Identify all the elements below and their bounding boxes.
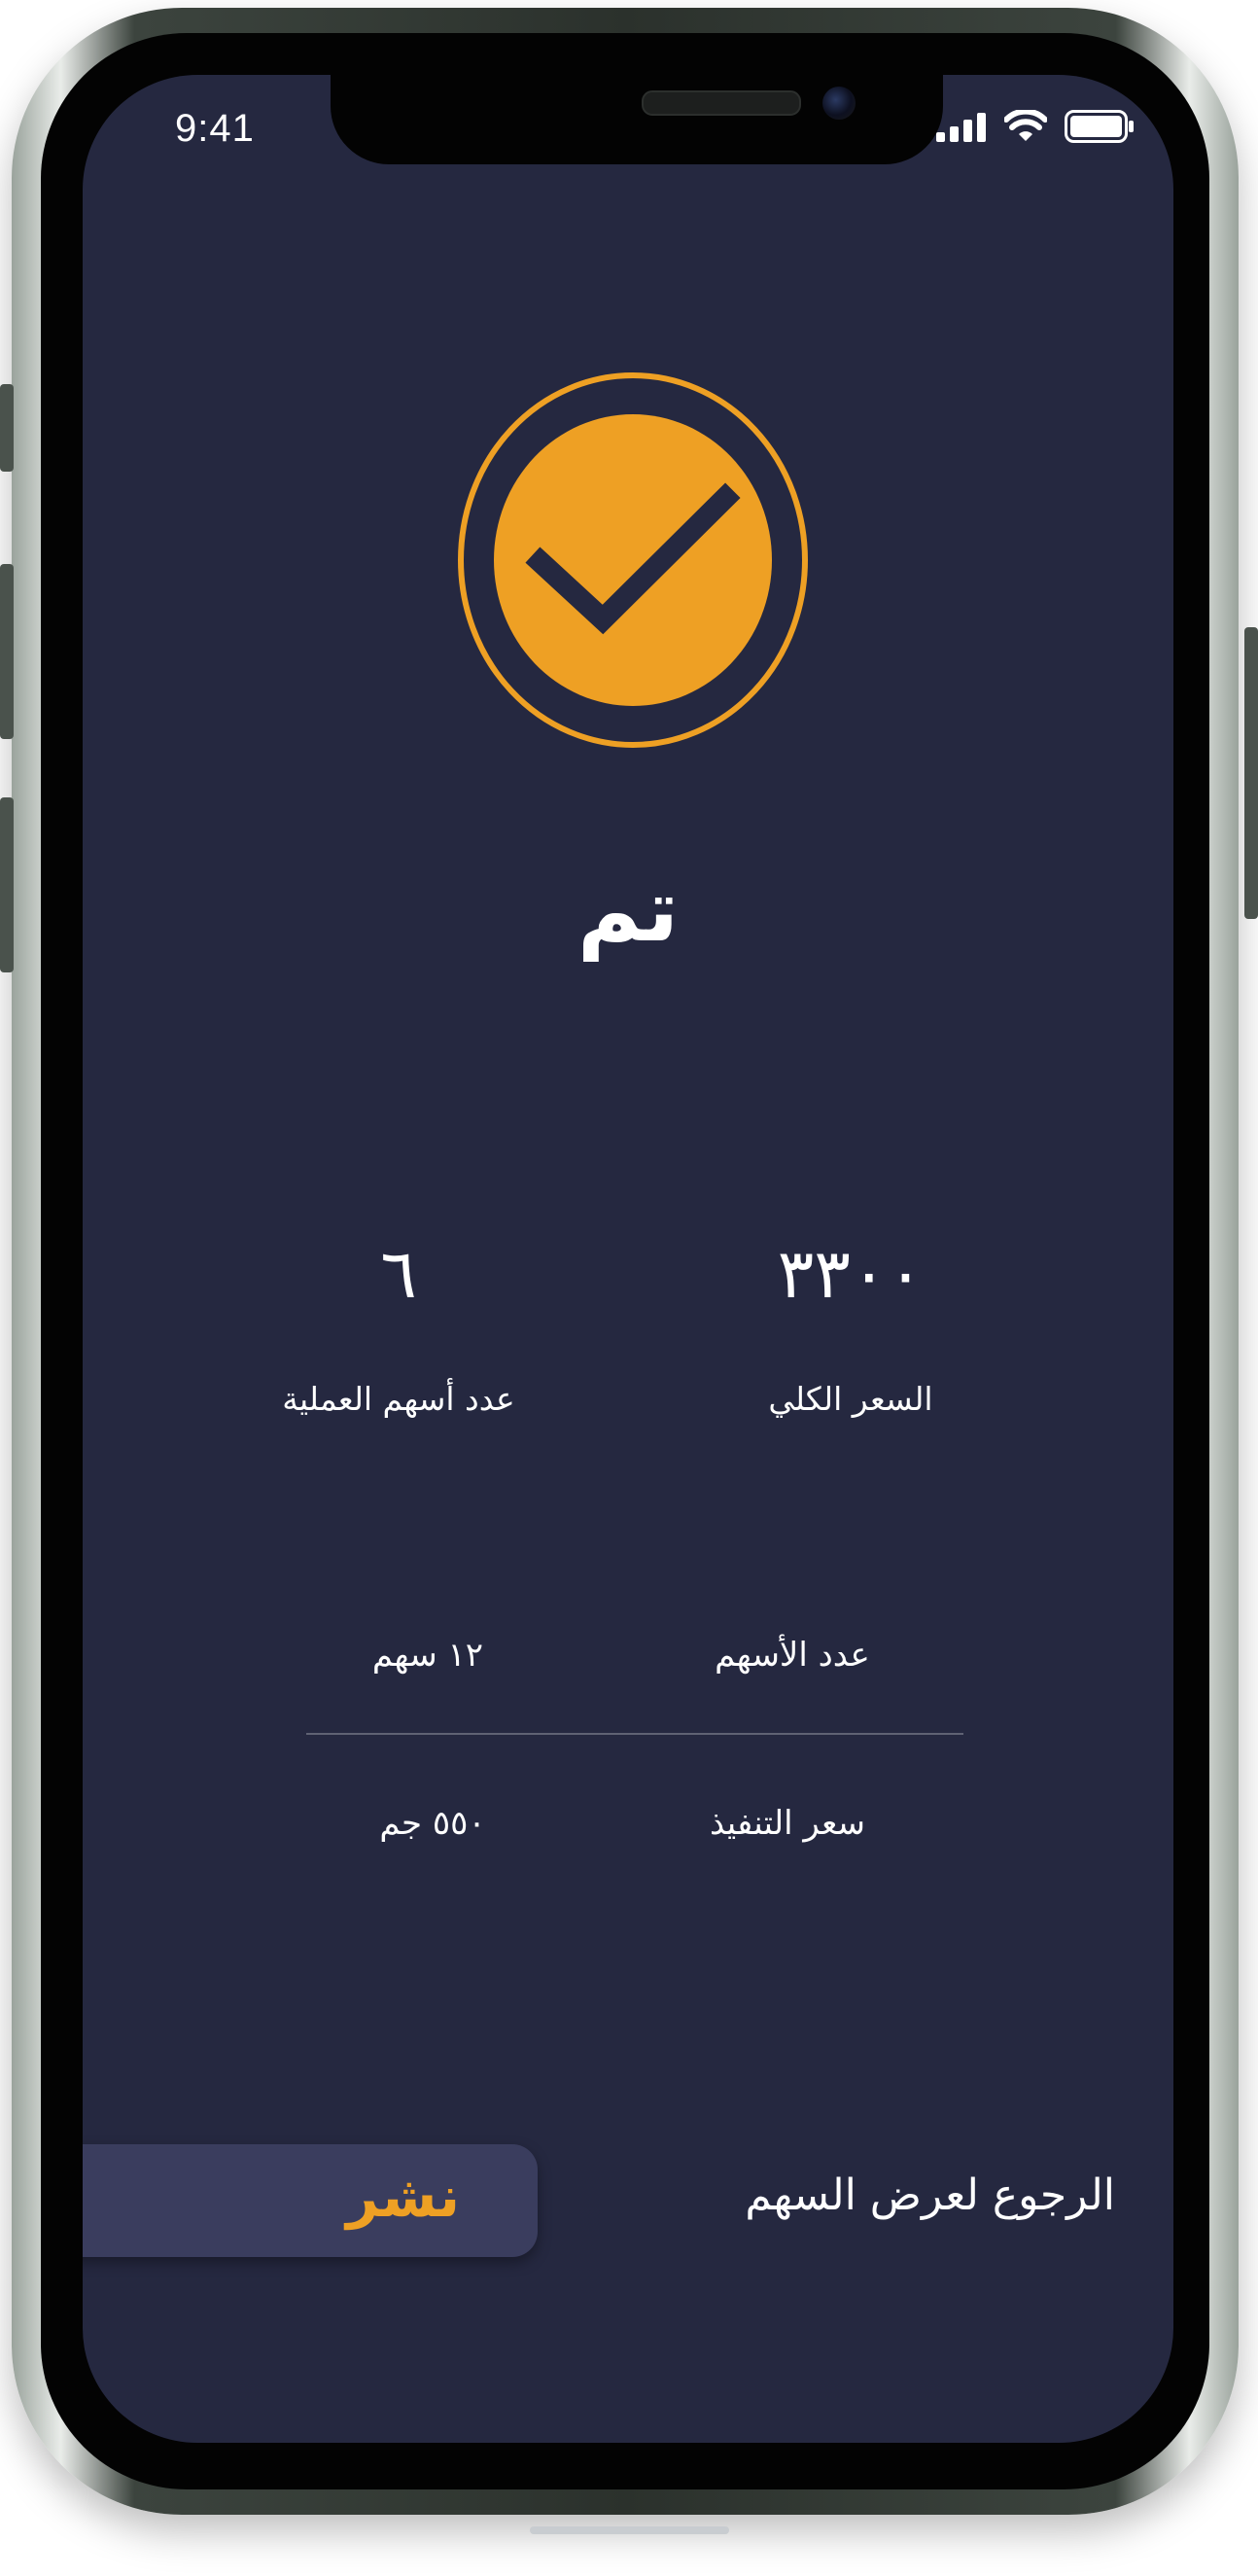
bottom-bar [530, 2526, 729, 2534]
success-checkmark [457, 371, 809, 749]
total-price-label: السعر الكلي [768, 1380, 933, 1418]
total-price-value: ٣٣٠٠ [777, 1234, 925, 1314]
camera [822, 87, 856, 120]
operation-shares-label: عدد أسهم العملية [282, 1380, 515, 1418]
details-divider [306, 1733, 963, 1735]
status-icons [936, 108, 1135, 147]
status-time: 9:41 [175, 107, 255, 150]
notch [331, 75, 943, 164]
speaker [642, 90, 801, 116]
signal-icon [936, 111, 987, 146]
success-title: تم [577, 860, 680, 962]
shares-count-label: عدد الأسهم [715, 1636, 870, 1675]
side-button [1244, 627, 1258, 919]
wifi-icon [1003, 108, 1048, 147]
shares-count-value: ١٢ سهم [371, 1636, 484, 1675]
app-screen: 9:41 تم ٣٣٠٠ السعر الكلي ٦ عدد أسهم العم… [83, 75, 1173, 2443]
execution-price-label: سعر التنفيذ [709, 1804, 866, 1843]
publish-button[interactable]: نشر [83, 2144, 538, 2257]
execution-price-value: ٥٥٠ جم [379, 1804, 486, 1843]
battery-icon [1065, 110, 1135, 147]
publish-button-label: نشر [346, 2164, 460, 2230]
operation-shares-value: ٦ [380, 1234, 417, 1314]
back-to-stock-link[interactable]: الرجوع لعرض السهم [726, 2170, 1115, 2220]
